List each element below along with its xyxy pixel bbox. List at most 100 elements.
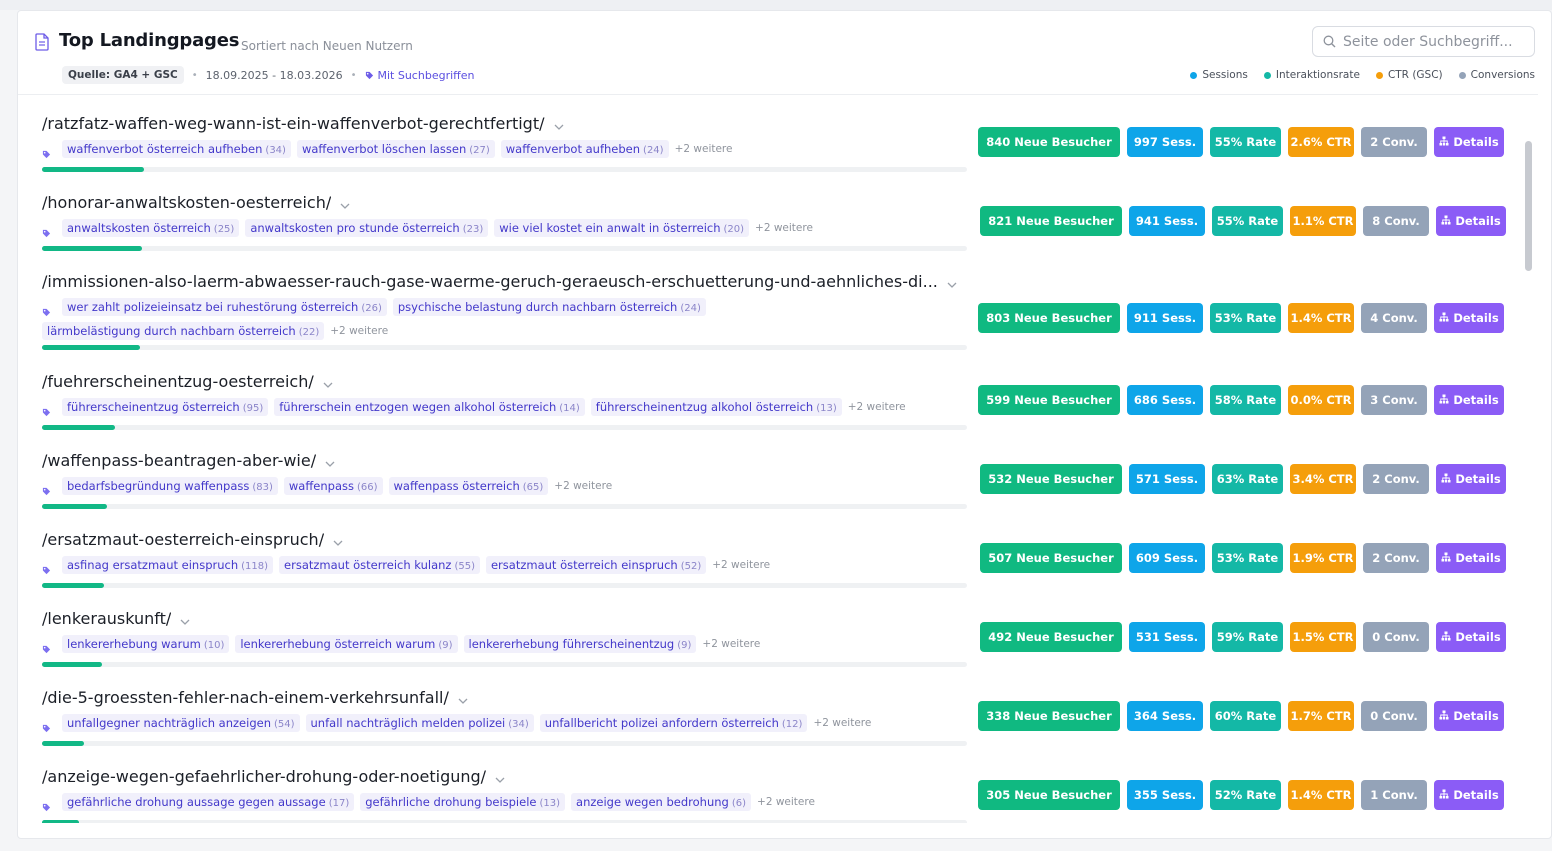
rate-badge: 55% Rate: [1212, 206, 1283, 236]
top-landingpages-card: Top Landingpages Sortiert nach Neuen Nut…: [17, 10, 1552, 839]
landingpage-row: /anzeige-wegen-gefaehrlicher-drohung-ode…: [18, 757, 1538, 823]
keyword-term: ersatzmaut österreich kulanz: [284, 558, 452, 572]
keyword-list: waffenverbot österreich aufheben (34) waff…: [42, 140, 972, 159]
details-button[interactable]: Details: [1434, 127, 1504, 157]
page-url-text[interactable]: /waffenpass-beantragen-aber-wie/: [42, 451, 316, 470]
sessions-badge: 531 Sess.: [1129, 622, 1205, 652]
chevron-down-icon[interactable]: [322, 376, 334, 388]
page-url-text[interactable]: /ratzfatz-waffen-weg-wann-ist-ein-waffen…: [42, 114, 545, 133]
rate-badge: 59% Rate: [1212, 622, 1283, 652]
page-url[interactable]: /ratzfatz-waffen-weg-wann-ist-ein-waffen…: [42, 114, 565, 133]
chevron-down-icon[interactable]: [324, 455, 336, 467]
metrics-group: 821 Neue Besucher 941 Sess. 55% Rate 1.1% C…: [980, 206, 1506, 236]
conversions-badge: 1 Conv.: [1361, 780, 1427, 810]
page-url[interactable]: /ersatzmaut-oesterreich-einspruch/: [42, 530, 344, 549]
details-button[interactable]: Details: [1434, 780, 1504, 810]
more-keywords[interactable]: +2 weitere: [712, 559, 770, 571]
details-button[interactable]: Details: [1434, 385, 1504, 415]
scrollbar[interactable]: [1523, 111, 1533, 823]
page-url-text[interactable]: /die-5-groessten-fehler-nach-einem-verke…: [42, 688, 449, 707]
page-url[interactable]: /die-5-groessten-fehler-nach-einem-verke…: [42, 688, 469, 707]
scrollbar-thumb[interactable]: [1525, 141, 1532, 271]
page-url[interactable]: /fuehrerscheinentzug-oesterreich/: [42, 372, 334, 391]
more-keywords[interactable]: +2 weitere: [702, 638, 760, 650]
tag-icon: [42, 560, 52, 575]
keyword-chip[interactable]: wie viel kostet ein anwalt in österreich…: [494, 219, 750, 237]
chevron-down-icon[interactable]: [946, 276, 958, 288]
chevron-down-icon[interactable]: [179, 613, 191, 625]
keyword-chip[interactable]: unfallbericht polizei anfordern österrei…: [539, 714, 808, 732]
more-keywords[interactable]: +2 weitere: [330, 325, 388, 337]
progress-track: [42, 345, 967, 350]
chevron-down-icon[interactable]: [494, 771, 506, 783]
keyword-chip[interactable]: unfall nachträglich melden polizei (34): [305, 714, 534, 732]
keyword-chip[interactable]: waffenpass österreich (65): [388, 477, 549, 495]
page-url-text[interactable]: /anzeige-wegen-gefaehrlicher-drohung-ode…: [42, 767, 486, 786]
details-button[interactable]: Details: [1436, 622, 1506, 652]
page-url-text[interactable]: /immissionen-also-laerm-abwaesser-rauch-…: [42, 272, 938, 291]
progress-fill: [42, 345, 141, 350]
keyword-chip[interactable]: lenkererhebung führerscheinentzug (9): [463, 635, 697, 653]
chevron-down-icon[interactable]: [457, 692, 469, 704]
keyword-chip[interactable]: psychische belastung durch nachbarn öste…: [392, 298, 706, 316]
keyword-chip[interactable]: gefährliche drohung aussage gegen aussag…: [62, 793, 355, 811]
details-label: Details: [1453, 788, 1499, 802]
chevron-down-icon[interactable]: [339, 197, 351, 209]
keyword-count: (9): [438, 640, 453, 651]
keyword-chip[interactable]: lenkererhebung österreich warum (9): [235, 635, 458, 653]
keyword-chip[interactable]: wer zahlt polizeieinsatz bei ruhestörung…: [62, 298, 387, 316]
sitemap-icon: [1439, 709, 1449, 723]
details-button[interactable]: Details: [1434, 701, 1504, 731]
keyword-term: bedarfsbegründung waffenpass: [67, 479, 250, 493]
sitemap-icon: [1441, 551, 1451, 565]
keyword-chip[interactable]: führerscheinentzug alkohol österreich (13…: [590, 398, 842, 416]
keyword-chip[interactable]: anzeige wegen bedrohung (6): [571, 793, 752, 811]
page-url[interactable]: /immissionen-also-laerm-abwaesser-rauch-…: [42, 272, 958, 291]
search-input[interactable]: [1343, 32, 1527, 52]
keyword-term: lenkererhebung führerscheinentzug: [468, 637, 675, 651]
keyword-chip[interactable]: waffenverbot aufheben (24): [500, 140, 669, 158]
keyword-chip[interactable]: führerschein entzogen wegen alkohol öste…: [274, 398, 585, 416]
keyword-chip[interactable]: lenkererhebung warum (10): [62, 635, 230, 653]
keyword-chip[interactable]: führerscheinentzug österreich (95): [62, 398, 269, 416]
more-keywords[interactable]: +2 weitere: [755, 222, 813, 234]
keyword-term: lenkererhebung österreich warum: [240, 637, 436, 651]
more-keywords[interactable]: +2 weitere: [813, 717, 871, 729]
keyword-chip[interactable]: ersatzmaut österreich einspruch (52): [485, 556, 707, 574]
page-url-text[interactable]: /fuehrerscheinentzug-oesterreich/: [42, 372, 314, 391]
details-label: Details: [1455, 551, 1501, 565]
chevron-down-icon[interactable]: [553, 118, 565, 130]
keyword-chip[interactable]: waffenpass (66): [283, 477, 383, 495]
page-url[interactable]: /honorar-anwaltskosten-oesterreich/: [42, 193, 351, 212]
page-url[interactable]: /waffenpass-beantragen-aber-wie/: [42, 451, 336, 470]
more-keywords[interactable]: +2 weitere: [757, 796, 815, 808]
more-keywords[interactable]: +2 weitere: [554, 480, 612, 492]
more-keywords[interactable]: +2 weitere: [675, 143, 733, 155]
chevron-down-icon[interactable]: [332, 534, 344, 546]
keyword-chip[interactable]: waffenverbot löschen lassen (27): [296, 140, 495, 158]
page-url-text[interactable]: /lenkerauskunft/: [42, 609, 171, 628]
more-keywords[interactable]: +2 weitere: [848, 401, 906, 413]
legend-item: CTR (GSC): [1375, 69, 1443, 81]
keyword-chip[interactable]: asfinag ersatzmaut einspruch (118): [62, 556, 274, 574]
keyword-chip[interactable]: unfallgegner nachträglich anzeigen (54): [62, 714, 300, 732]
keyword-chip[interactable]: waffenverbot österreich aufheben (34): [62, 140, 291, 158]
keyword-chip[interactable]: lärmbelästigung durch nachbarn österreic…: [42, 322, 325, 340]
page-url[interactable]: /lenkerauskunft/: [42, 609, 191, 628]
details-button[interactable]: Details: [1436, 464, 1506, 494]
keyword-chip[interactable]: ersatzmaut österreich kulanz (55): [279, 556, 480, 574]
page-url-text[interactable]: /ersatzmaut-oesterreich-einspruch/: [42, 530, 324, 549]
progress-fill: [42, 662, 103, 667]
keyword-chip[interactable]: gefährliche drohung beispiele (13): [360, 793, 566, 811]
keyword-chip[interactable]: bedarfsbegründung waffenpass (83): [62, 477, 278, 495]
page-url-text[interactable]: /honorar-anwaltskosten-oesterreich/: [42, 193, 331, 212]
keyword-chip[interactable]: anwaltskosten pro stunde österreich (23): [245, 219, 489, 237]
page-url[interactable]: /anzeige-wegen-gefaehrlicher-drohung-ode…: [42, 767, 506, 786]
details-button[interactable]: Details: [1434, 303, 1504, 333]
search-box[interactable]: [1312, 26, 1535, 57]
progress-track: [42, 504, 967, 509]
details-button[interactable]: Details: [1436, 543, 1506, 573]
details-button[interactable]: Details: [1436, 206, 1506, 236]
keyword-chip[interactable]: anwaltskosten österreich (25): [62, 219, 240, 237]
conversions-badge: 2 Conv.: [1363, 543, 1429, 573]
